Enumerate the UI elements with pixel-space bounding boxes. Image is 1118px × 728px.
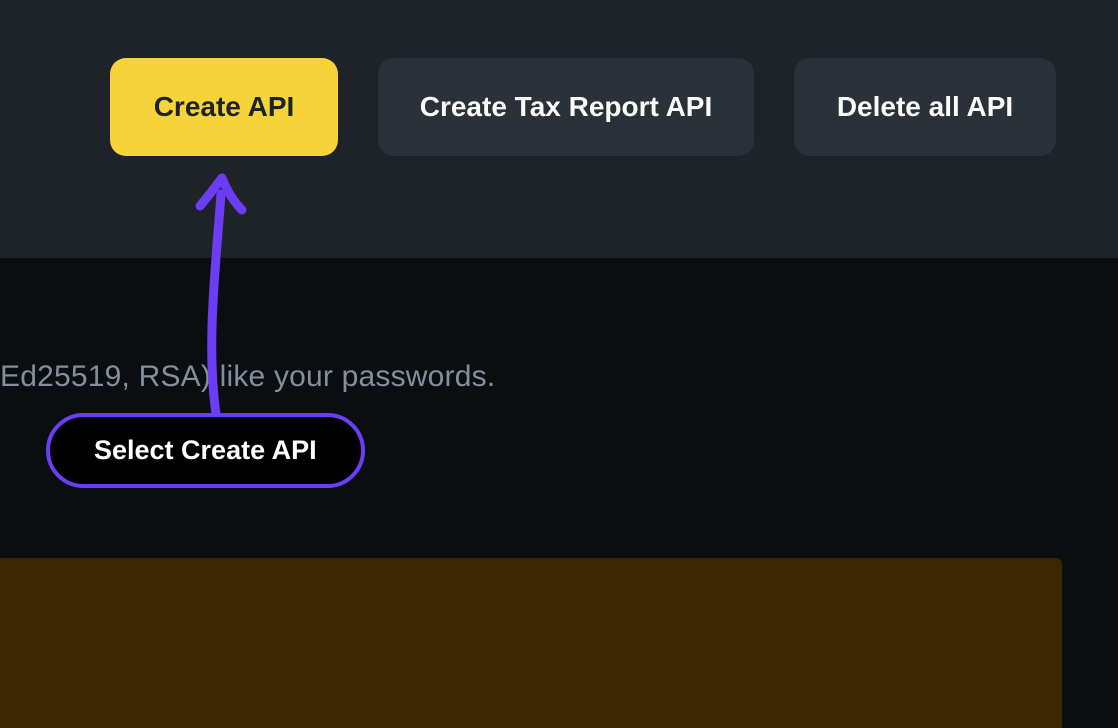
notice-panel	[0, 558, 1062, 728]
create-tax-report-api-button[interactable]: Create Tax Report API	[378, 58, 754, 156]
create-api-button[interactable]: Create API	[110, 58, 338, 156]
delete-all-api-button[interactable]: Delete all API	[794, 58, 1056, 156]
top-bar: Create API Create Tax Report API Delete …	[0, 0, 1118, 258]
passwords-hint-text: Ed25519, RSA) like your passwords.	[0, 360, 495, 394]
annotation-label: Select Create API	[94, 435, 317, 465]
annotation-bubble: Select Create API	[46, 413, 365, 488]
button-row: Create API Create Tax Report API Delete …	[0, 58, 1118, 156]
